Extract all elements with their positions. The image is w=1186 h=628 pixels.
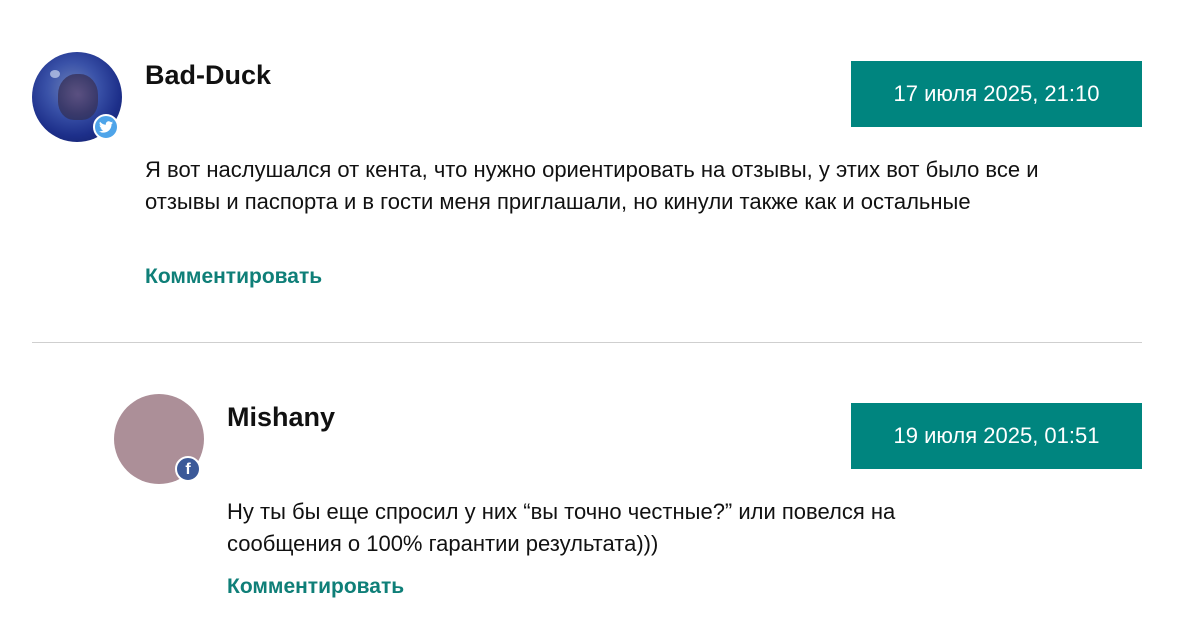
comment-date: 19 июля 2025, 01:51 <box>851 403 1142 469</box>
reply-link[interactable]: Комментировать <box>227 575 404 599</box>
comment-divider <box>32 342 1142 343</box>
comment-text: Ну ты бы еще спросил у них “вы точно чес… <box>227 499 896 556</box>
reply-link[interactable]: Комментировать <box>145 265 322 289</box>
comment-date: 17 июля 2025, 21:10 <box>851 61 1142 127</box>
comment-text: Я вот наслушался от кента, что нужно ори… <box>145 157 1039 214</box>
twitter-icon <box>93 114 119 140</box>
facebook-icon: f <box>175 456 201 482</box>
comment-author: Mishany <box>227 402 336 432</box>
comment-author: Bad-Duck <box>145 60 272 90</box>
